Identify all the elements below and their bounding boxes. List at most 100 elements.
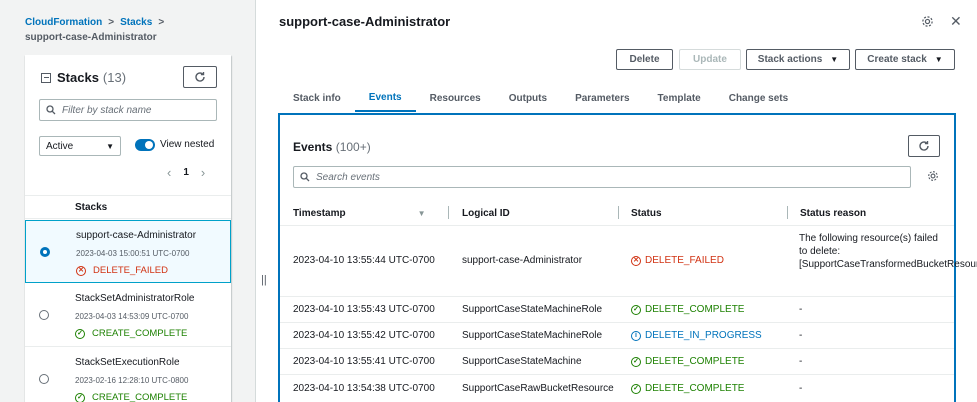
event-status: ✕ DELETE_FAILED [631, 255, 724, 266]
chevron-left-icon[interactable]: ‹ [167, 165, 171, 180]
event-timestamp: 2023-04-10 13:55:44 UTC-0700 [293, 255, 435, 266]
create-stack-button[interactable]: Create stack ▼ [855, 49, 955, 70]
stack-row[interactable]: StackSetExecutionRole 2023-02-16 12:28:1… [25, 348, 231, 402]
stacks-list-panel: Stacks (13) Filter by stack name Active … [25, 55, 231, 402]
refresh-events-button[interactable] [908, 135, 940, 157]
stack-filter-placeholder: Filter by stack name [62, 104, 152, 116]
events-header: Events (100+) [293, 140, 371, 154]
stack-radio[interactable] [39, 310, 49, 320]
stacks-sidebar: CloudFormation > Stacks > support-case-Admi… [0, 0, 256, 402]
event-status-reason: - [799, 356, 803, 367]
page-number[interactable]: 1 [183, 167, 189, 178]
stack-row[interactable]: support-case-Administrator 2023-04-03 15… [25, 220, 231, 283]
tab-parameters[interactable]: Parameters [561, 84, 643, 112]
stack-actions-label: Stack actions [757, 54, 823, 65]
tab-stack-info[interactable]: Stack info [279, 84, 355, 112]
table-settings-icon[interactable] [927, 170, 939, 185]
view-nested-toggle[interactable] [135, 139, 155, 151]
stack-name: support-case-Administrator [76, 230, 197, 241]
stack-row[interactable]: StackSetAdministratorRole 2023-04-03 14:… [25, 284, 231, 347]
sort-down-icon[interactable]: ▼ [418, 209, 426, 218]
success-icon: ✓ [631, 383, 641, 394]
event-status-text: DELETE_COMPLETE [645, 383, 745, 394]
event-logical-id: SupportCaseStateMachine [462, 356, 582, 367]
stacks-title: Stacks [57, 70, 99, 85]
event-timestamp: 2023-04-10 13:55:43 UTC-0700 [293, 304, 435, 315]
events-search-input[interactable]: Search events [293, 166, 911, 188]
caret-down-icon: ▼ [830, 55, 839, 64]
row-divider [280, 296, 954, 297]
stack-date: 2023-04-03 15:00:51 UTC-0700 [76, 249, 190, 258]
stacks-count: (13) [102, 70, 127, 85]
delete-button[interactable]: Delete [616, 49, 673, 70]
search-icon [300, 172, 310, 182]
caret-down-icon: ▼ [106, 141, 114, 151]
column-timestamp[interactable]: Timestamp ▼ [293, 201, 426, 225]
events-count: (100+) [335, 140, 371, 154]
event-status-text: DELETE_COMPLETE [645, 304, 745, 315]
stack-status: ✓ CREATE_COMPLETE [75, 328, 187, 339]
breadcrumb-cloudformation[interactable]: CloudFormation [25, 17, 102, 28]
event-timestamp: 2023-04-10 13:55:42 UTC-0700 [293, 330, 435, 341]
success-icon: ✓ [631, 356, 641, 367]
stack-status: ✓ CREATE_COMPLETE [75, 392, 187, 402]
refresh-stacks-button[interactable] [183, 66, 217, 88]
event-status: ✓ DELETE_COMPLETE [631, 356, 744, 367]
column-timestamp-label: Timestamp [293, 207, 346, 219]
event-status: i DELETE_IN_PROGRESS [631, 330, 762, 341]
column-status-reason-label: Status reason [800, 207, 867, 219]
tab-outputs[interactable]: Outputs [495, 84, 561, 112]
stack-status-select[interactable]: Active ▼ [39, 136, 121, 156]
event-logical-id: SupportCaseRawBucketResource [462, 383, 614, 394]
breadcrumb: CloudFormation > Stacks > support-case-Admi… [25, 15, 170, 45]
stack-radio[interactable] [40, 247, 50, 257]
column-divider[interactable] [787, 206, 788, 219]
tab-template[interactable]: Template [644, 84, 715, 112]
tab-resources[interactable]: Resources [416, 84, 495, 112]
event-status-text: DELETE_IN_PROGRESS [645, 330, 762, 341]
event-logical-id: SupportCaseStateMachineRole [462, 330, 603, 341]
column-status-reason[interactable]: Status reason [800, 201, 866, 225]
row-divider [280, 322, 954, 323]
stack-radio[interactable] [39, 374, 49, 384]
update-button-label: Update [693, 54, 727, 65]
event-status: ✓ DELETE_COMPLETE [631, 304, 744, 315]
chevron-right-icon[interactable]: › [201, 165, 205, 180]
breadcrumb-separator: > [158, 17, 165, 28]
event-timestamp: 2023-04-10 13:55:41 UTC-0700 [293, 356, 435, 367]
event-status-text: DELETE_FAILED [645, 255, 724, 266]
detail-tabs: Stack info Events Resources Outputs Para… [279, 84, 802, 112]
gear-icon[interactable] [921, 15, 934, 31]
column-divider[interactable] [448, 206, 449, 219]
stack-date: 2023-04-03 14:53:09 UTC-0700 [75, 312, 189, 321]
error-icon: ✕ [631, 255, 641, 266]
page-title: support-case-Administrator [279, 14, 451, 29]
stack-filter-input[interactable]: Filter by stack name [39, 99, 217, 121]
column-divider[interactable] [618, 206, 619, 219]
update-button[interactable]: Update [679, 49, 741, 70]
breadcrumb-stacks[interactable]: Stacks [120, 17, 152, 28]
tab-events[interactable]: Events [354, 84, 416, 112]
column-status-label: Status [631, 207, 662, 219]
column-status[interactable]: Status [631, 201, 662, 225]
pagination: ‹ 1 › [167, 165, 205, 180]
stack-status: ✕ DELETE_FAILED [76, 265, 168, 276]
stack-date: 2023-02-16 12:28:10 UTC-0800 [75, 376, 189, 385]
success-icon: ✓ [631, 304, 641, 315]
event-status-reason: - [799, 330, 803, 341]
event-status: ✓ DELETE_COMPLETE [631, 383, 744, 394]
create-stack-label: Create stack [867, 54, 927, 65]
refresh-icon [919, 141, 929, 151]
tab-change-sets[interactable]: Change sets [715, 84, 802, 112]
collapse-icon[interactable] [41, 72, 51, 83]
stack-name: StackSetAdministratorRole [75, 293, 195, 304]
stack-status-value: Active [46, 140, 74, 152]
breadcrumb-current: support-case-Administrator [25, 32, 157, 43]
column-logical-id[interactable]: Logical ID [462, 201, 510, 225]
panel-resize-handle[interactable]: || [261, 274, 267, 286]
event-logical-id: support-case-Administrator [462, 255, 583, 266]
stack-status-text: CREATE_COMPLETE [92, 328, 188, 339]
close-icon[interactable]: ✕ [950, 13, 962, 30]
stack-actions-button[interactable]: Stack actions ▼ [746, 49, 850, 70]
error-icon: ✕ [76, 265, 86, 276]
